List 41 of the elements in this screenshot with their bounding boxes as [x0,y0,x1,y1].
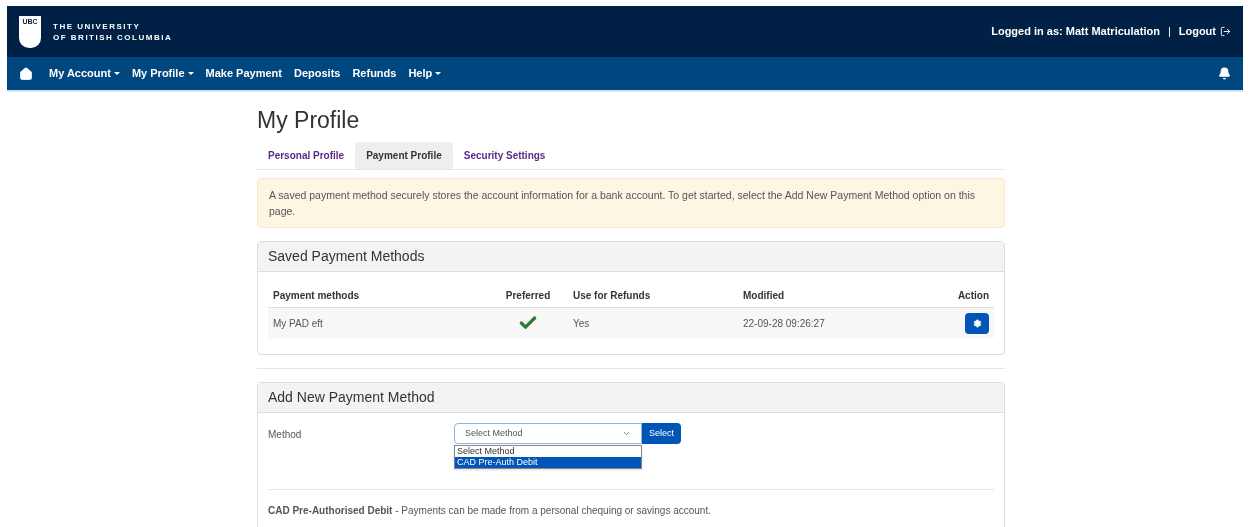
settings-button[interactable] [965,312,989,334]
column-header: Modified [743,289,786,303]
chevron-icon [622,429,631,438]
nav-link[interactable]: My Profile [131,65,194,82]
logged-in-text: Logged in as: Matt Matriculation [991,24,1160,40]
table-cell-text: 22-09-28 09:26:27 [743,316,826,331]
column-header: Preferred [504,289,552,303]
tab[interactable]: Payment Profile [355,142,453,169]
tab[interactable]: Security Settings [452,142,557,169]
card-title: Saved Payment Methods [268,247,425,266]
column-header: Use for Refunds [573,289,652,303]
dropdown-option[interactable]: Select Method [455,446,641,457]
logout-link[interactable]: Logout [1178,23,1231,40]
nav-link[interactable]: Help [408,65,442,82]
table-cell-text: Yes [573,316,591,331]
table-cell-text: My PAD eft [273,316,324,331]
nav-link[interactable]: Refunds [352,65,397,82]
settings-icon [972,318,982,328]
tab[interactable]: Personal Profile [257,142,356,169]
method-select[interactable]: Select Method [454,423,642,444]
logout-icon [1220,26,1231,37]
column-header: Action [956,289,989,303]
page-title: My Profile [257,106,361,134]
dropdown-option[interactable]: CAD Pre-Auth Debit [455,457,641,468]
university-name: OF BRITISH COLUMBIA [53,31,173,43]
caret-icon [187,72,194,75]
home-icon[interactable] [19,66,33,81]
nav-link[interactable]: My Account [49,65,120,82]
separator-text: | [1167,24,1171,40]
column-header: Payment methods [273,289,361,303]
card-title: Add New Payment Method [268,388,435,407]
info-alert: A saved payment method securely stores the account information for a bank account. To get started, select the Add New Payment Method option on this page. [257,178,1005,228]
select-button[interactable]: Select [642,423,681,444]
method-description: CAD Pre-Authorised Debit - Payments can be made from a personal chequing or savings account. [268,504,712,518]
caret-icon [435,72,442,75]
nav-link[interactable]: Make Payment [205,65,282,82]
notification-bell-icon[interactable] [1218,67,1231,80]
university-name: THE UNIVERSITY [53,20,142,32]
nav-link[interactable]: Deposits [293,65,341,82]
caret-icon [113,72,120,75]
field-label: Method [268,428,303,442]
